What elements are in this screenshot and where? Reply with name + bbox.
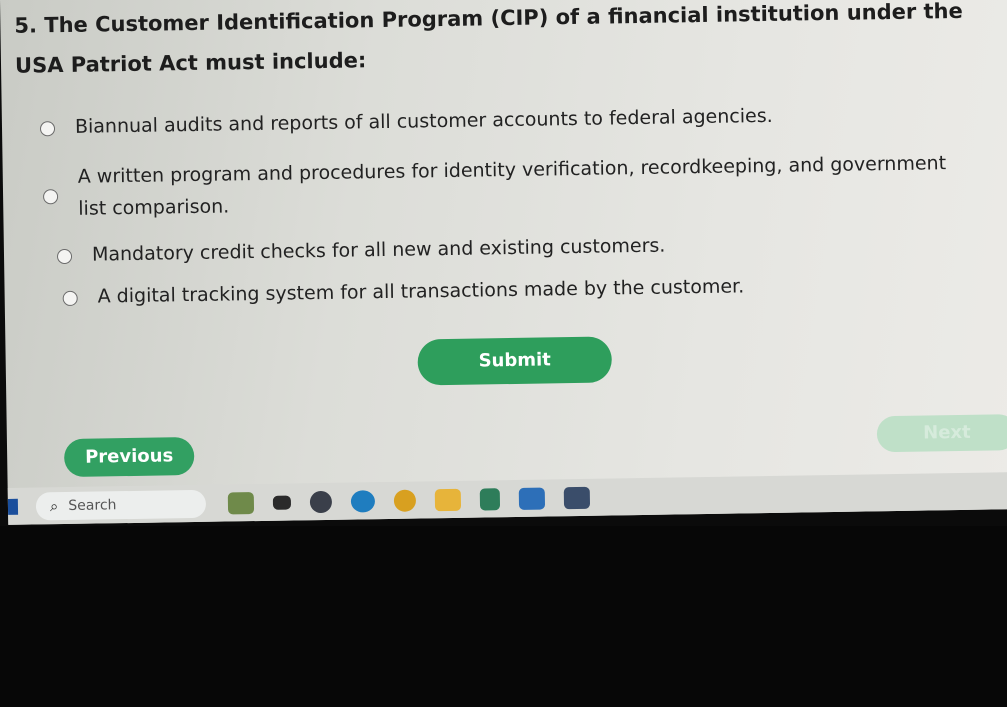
option-3[interactable]: Mandatory credit checks for all new and … [56, 225, 962, 271]
radio-button[interactable] [39, 121, 56, 137]
quiz-screen: 5. The Customer Identification Program (… [0, 0, 1007, 525]
radio-button[interactable] [62, 290, 78, 307]
search-icon: ⌕ [49, 497, 59, 516]
taskbar-icons [227, 486, 609, 515]
submit-button[interactable]: Submit [417, 336, 613, 386]
option-4[interactable]: A digital tracking system for all transa… [62, 267, 967, 313]
previous-button[interactable]: Previous [63, 437, 195, 478]
radio-button[interactable] [56, 248, 73, 265]
option-label: Biannual audits and reports of all custo… [74, 104, 773, 138]
option-label: A digital tracking system for all transa… [97, 275, 745, 308]
copilot-icon[interactable] [309, 490, 333, 514]
option-label: A written program and procedures for ide… [77, 152, 947, 220]
option-label: Mandatory credit checks for all new and … [91, 234, 666, 266]
monitor-bezel [0, 526, 1007, 707]
chrome-icon[interactable] [393, 489, 417, 512]
taskbar: ⌕ Search [7, 472, 1007, 525]
edge-icon[interactable] [350, 490, 376, 513]
app-icon[interactable] [563, 486, 591, 510]
file-explorer-icon[interactable] [434, 488, 462, 512]
store-icon[interactable] [479, 488, 501, 511]
question-text: 5. The Customer Identification Program (… [14, 0, 963, 78]
start-icon[interactable] [7, 498, 19, 515]
option-1[interactable]: Biannual audits and reports of all custo… [39, 97, 945, 143]
search-box[interactable]: ⌕ Search [35, 489, 207, 521]
option-2[interactable]: A written program and procedures for ide… [42, 147, 949, 225]
next-button[interactable]: Next [876, 414, 1007, 453]
radio-button[interactable] [42, 189, 59, 205]
teams-icon[interactable] [518, 487, 546, 510]
search-label: Search [68, 497, 117, 514]
taskview-icon[interactable] [272, 495, 292, 510]
widgets-icon[interactable] [227, 492, 255, 515]
